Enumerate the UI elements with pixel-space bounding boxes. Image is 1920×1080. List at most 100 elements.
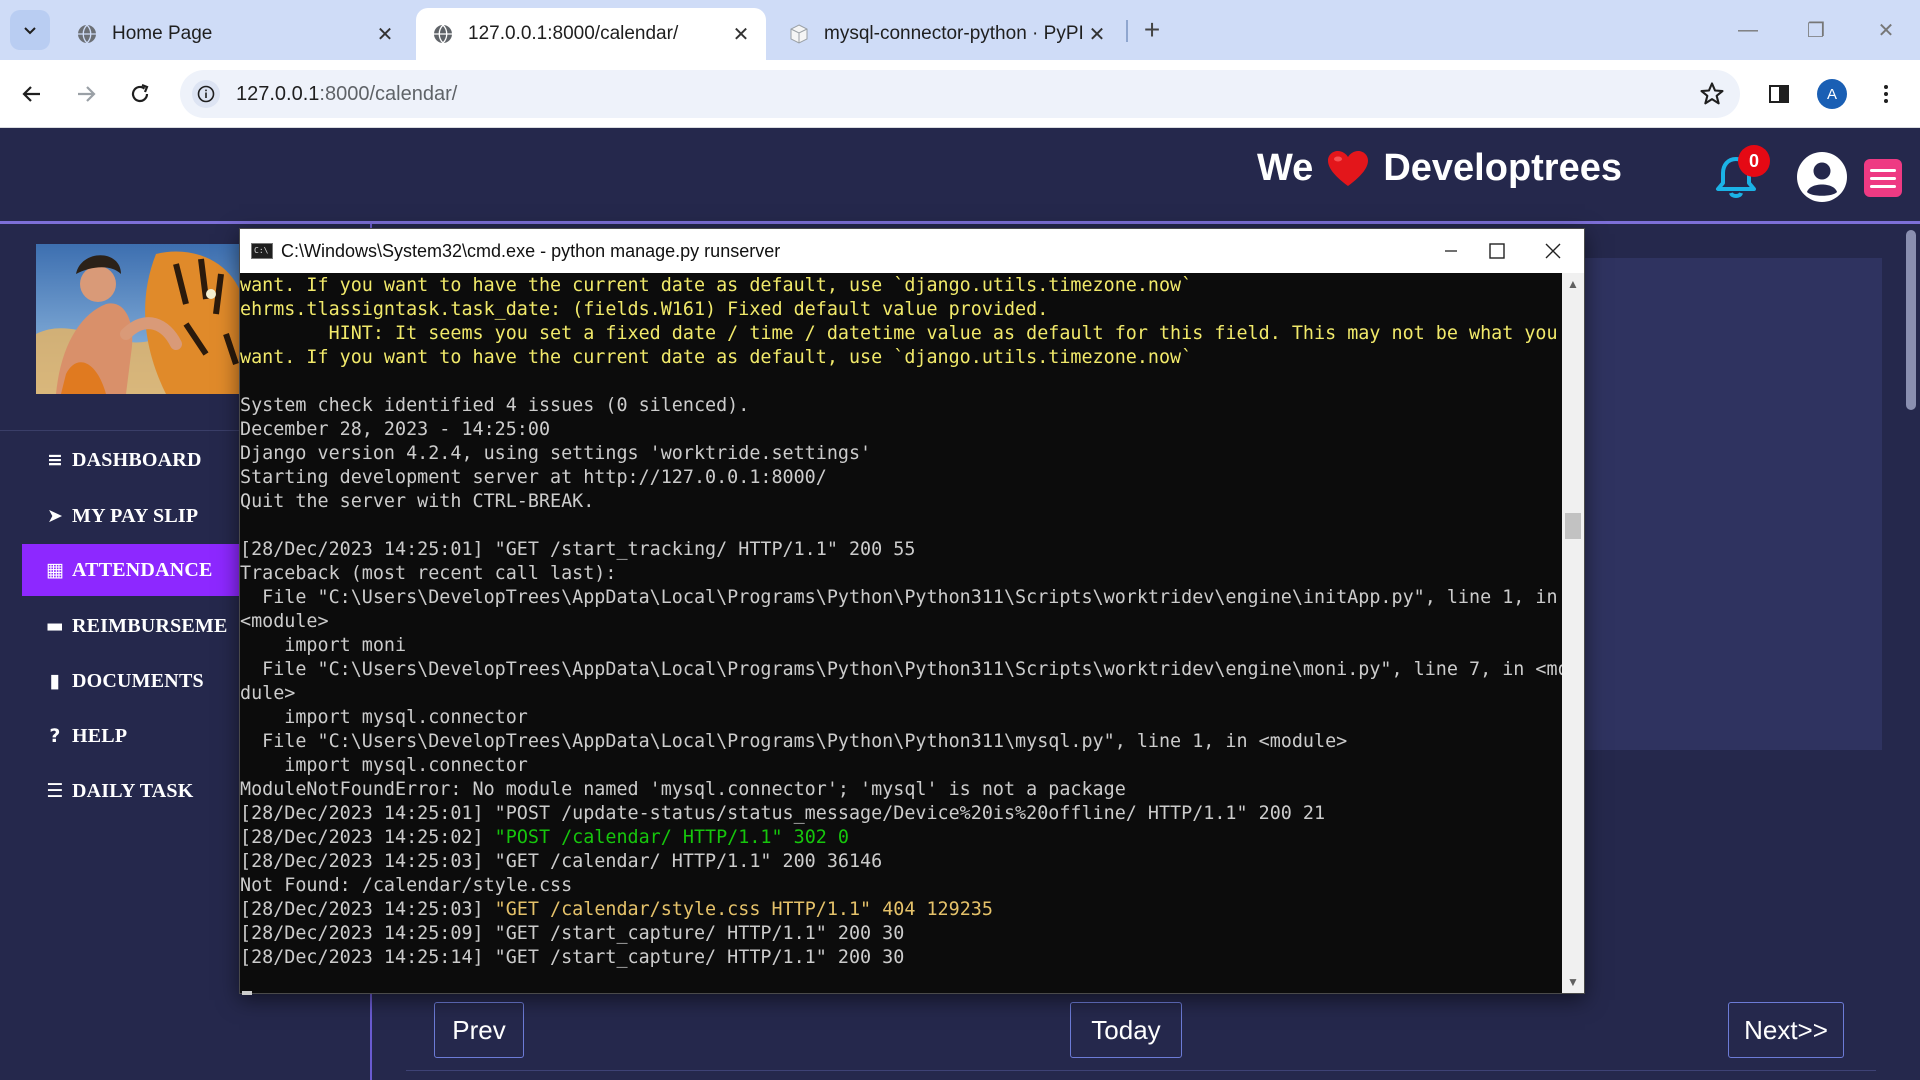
browser-toolbar: 127.0.0.1:8000/calendar/ A — [0, 60, 1920, 128]
hamburger-menu-button[interactable] — [1864, 159, 1902, 197]
brand-title: We Developtrees — [1257, 147, 1622, 190]
console-line: [28/Dec/2023 14:25:02] "POST /calendar/ … — [240, 826, 1562, 850]
console-line-text: ehrms.tlassigntask.task_date: (fields.W1… — [240, 299, 1049, 320]
close-tab-icon[interactable]: ✕ — [1086, 23, 1108, 46]
reload-button[interactable] — [122, 76, 158, 112]
console-line-text: Not Found: /calendar/style.css — [240, 875, 573, 896]
url-host: 127.0.0.1 — [236, 83, 320, 105]
minimize-window-icon[interactable]: — — [1728, 14, 1768, 46]
console-line: Quit the server with CTRL-BREAK. — [240, 490, 1562, 514]
close-window-icon[interactable]: ✕ — [1866, 14, 1906, 46]
side-panel-button[interactable] — [1761, 76, 1797, 112]
sidebar-item-help[interactable]: ? HELP — [22, 710, 272, 762]
browser-menu-button[interactable] — [1868, 76, 1904, 112]
maximize-icon — [1489, 243, 1505, 259]
globe-icon — [78, 24, 96, 44]
browser-tab-bar: Home Page ✕ 127.0.0.1:8000/calendar/ ✕ m… — [0, 0, 1920, 60]
bookmark-star-icon[interactable] — [1698, 80, 1726, 108]
scroll-down-arrow-icon[interactable]: ▼ — [1562, 971, 1584, 993]
scroll-up-arrow-icon[interactable]: ▲ — [1562, 273, 1584, 295]
close-icon — [1545, 243, 1561, 259]
console-line: HINT: It seems you set a fixed date / ti… — [240, 322, 1562, 346]
tab-home-page[interactable]: Home Page ✕ — [60, 8, 410, 60]
sidebar-item-my-pay-slip[interactable]: ➤ MY PAY SLIP — [22, 490, 272, 542]
sidebar-item-documents[interactable]: ▮ DOCUMENTS — [22, 655, 272, 707]
cmd-scrollbar-thumb[interactable] — [1565, 513, 1581, 539]
sidebar-item-dashboard[interactable]: ≡ DASHBOARD — [22, 434, 272, 486]
globe-icon — [434, 24, 452, 44]
arrow-left-icon — [22, 86, 40, 102]
console-line-prefix: [28/Dec/2023 14:25:03] — [240, 899, 495, 920]
close-tab-icon[interactable]: ✕ — [374, 23, 396, 46]
console-line-text: System check identified 4 issues (0 sile… — [240, 395, 750, 416]
page-scrollbar-thumb[interactable] — [1906, 230, 1916, 410]
console-line-text: import mysql.connector — [240, 755, 528, 776]
restore-window-icon[interactable]: ❐ — [1796, 14, 1836, 46]
app-header: We Developtrees 0 — [0, 129, 1920, 221]
console-line-text: want. If you want to have the current da… — [240, 275, 1193, 296]
file-icon: ▮ — [49, 670, 61, 692]
heart-icon — [1328, 150, 1369, 186]
cmd-window[interactable]: C:\ C:\Windows\System32\cmd.exe - python… — [239, 228, 1585, 995]
cmd-title-bar[interactable]: C:\ C:\Windows\System32\cmd.exe - python… — [240, 229, 1584, 273]
console-line-text: <module> — [240, 611, 329, 632]
console-line-text: HINT: It seems you set a fixed date / ti… — [240, 323, 1558, 344]
close-tab-icon[interactable]: ✕ — [730, 23, 752, 46]
new-tab-button[interactable]: + — [1136, 14, 1168, 46]
console-line: want. If you want to have the current da… — [240, 274, 1562, 298]
console-line-text: [28/Dec/2023 14:25:03] "GET /calendar/ H… — [240, 851, 883, 872]
sidebar-item-reimburseme[interactable]: ▬ REIMBURSEME — [22, 600, 272, 652]
prev-button[interactable]: Prev — [434, 1002, 524, 1058]
console-line: Django version 4.2.4, using settings 'wo… — [240, 442, 1562, 466]
tab-calendar[interactable]: 127.0.0.1:8000/calendar/ ✕ — [416, 8, 766, 60]
console-line-text: [28/Dec/2023 14:25:01] "GET /start_track… — [240, 539, 916, 560]
forward-button[interactable] — [68, 76, 104, 112]
console-line: [28/Dec/2023 14:25:01] "GET /start_track… — [240, 538, 1562, 562]
console-line: [28/Dec/2023 14:25:14] "GET /start_captu… — [240, 946, 1562, 970]
tab-pypi[interactable]: mysql-connector-python · PyPI ✕ — [772, 8, 1122, 60]
console-line-text: ModuleNotFoundError: No module named 'my… — [240, 779, 1126, 800]
site-info-icon[interactable] — [192, 80, 220, 108]
console-line: want. If you want to have the current da… — [240, 346, 1562, 370]
console-line-text: Django version 4.2.4, using settings 'wo… — [240, 443, 872, 464]
tab-label: mysql-connector-python · PyPI — [824, 23, 1084, 44]
sidebar-item-attendance[interactable]: ▦ ATTENDANCE — [22, 544, 272, 596]
console-line-text: Traceback (most recent call last): — [240, 563, 617, 584]
cmd-close-button[interactable] — [1518, 229, 1588, 273]
notification-badge: 0 — [1738, 145, 1770, 177]
next-button[interactable]: Next>> — [1728, 1002, 1844, 1058]
console-line: Starting development server at http://12… — [240, 466, 1562, 490]
user-profile-icon[interactable] — [1796, 151, 1848, 203]
cmd-scrollbar[interactable]: ▲ ▼ — [1562, 273, 1584, 993]
back-button[interactable] — [14, 76, 50, 112]
profile-artwork-image — [36, 244, 246, 394]
sidebar-divider — [0, 430, 240, 431]
console-line-prefix: [28/Dec/2023 14:25:02] — [240, 827, 495, 848]
cmd-console-output[interactable]: want. If you want to have the current da… — [240, 273, 1562, 993]
cmd-app-icon: C:\ — [251, 243, 273, 259]
console-line-text: [28/Dec/2023 14:25:01] "POST /update-sta… — [240, 803, 1326, 824]
console-line: [28/Dec/2023 14:25:03] "GET /calendar/ H… — [240, 850, 1562, 874]
console-line: import mysql.connector — [240, 706, 1562, 730]
address-url[interactable]: 127.0.0.1:8000/calendar/ — [236, 83, 457, 106]
console-line: ModuleNotFoundError: No module named 'my… — [240, 778, 1562, 802]
tab-separator — [1126, 20, 1128, 42]
pypi-cube-icon — [790, 24, 808, 44]
console-line: import mysql.connector — [240, 754, 1562, 778]
console-line-text: [28/Dec/2023 14:25:14] "GET /start_captu… — [240, 947, 905, 968]
sidebar-item-daily-task[interactable]: ☰ DAILY TASK — [22, 765, 272, 817]
today-button[interactable]: Today — [1070, 1002, 1182, 1058]
console-line-text: import moni — [240, 635, 407, 656]
profile-button[interactable]: A — [1814, 76, 1850, 112]
tab-search-button[interactable] — [10, 10, 50, 50]
arrow-right-icon — [78, 86, 96, 102]
console-line: File "C:\Users\DevelopTrees\AppData\Loca… — [240, 586, 1562, 610]
minimize-icon — [1445, 250, 1457, 252]
address-bar[interactable]: 127.0.0.1:8000/calendar/ — [180, 70, 1740, 118]
console-line-text: "GET /calendar/style.css HTTP/1.1" 404 1… — [494, 899, 993, 920]
console-line: import moni — [240, 634, 1562, 658]
console-line-text: File "C:\Users\DevelopTrees\AppData\Loca… — [240, 587, 1558, 608]
console-line: [28/Dec/2023 14:25:09] "GET /start_captu… — [240, 922, 1562, 946]
page-scrollbar[interactable] — [1902, 224, 1920, 1080]
